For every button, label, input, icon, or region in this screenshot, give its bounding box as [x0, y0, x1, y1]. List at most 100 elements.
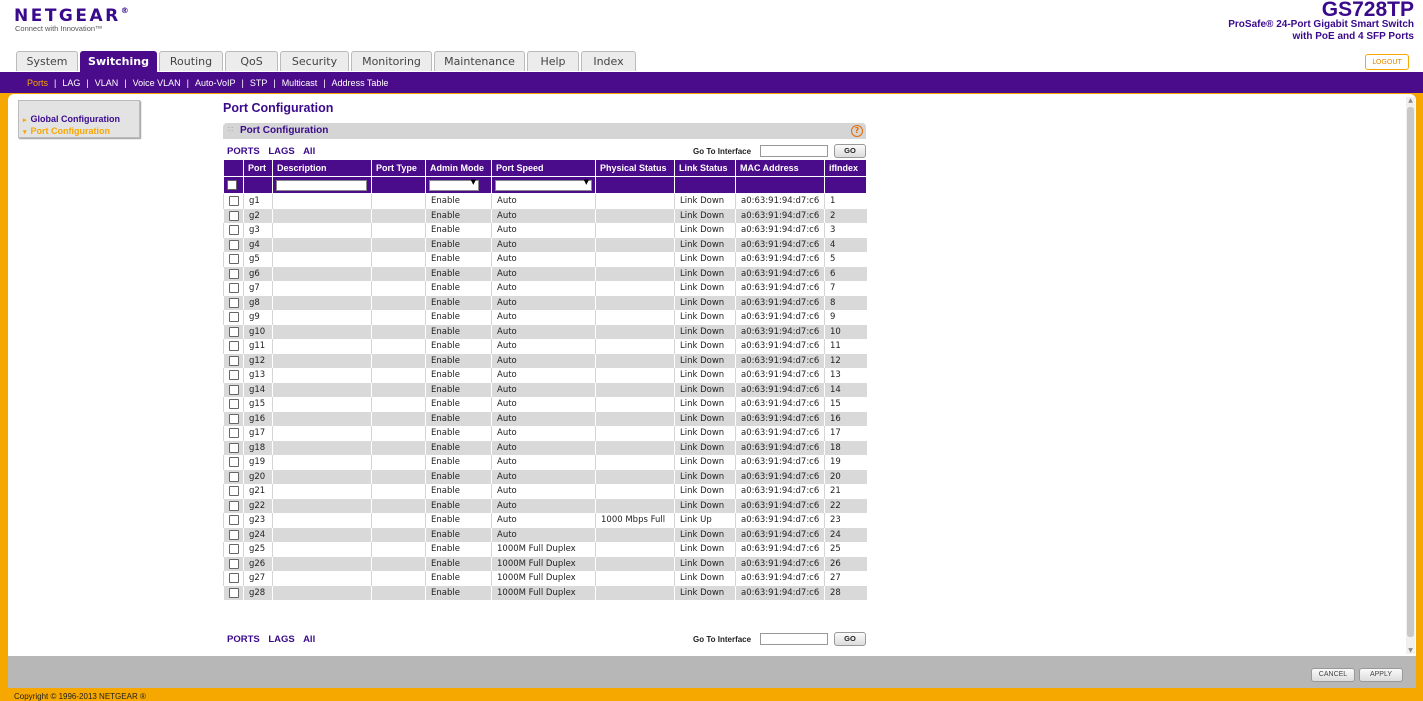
goto-interface-input[interactable]	[760, 145, 828, 157]
table-row[interactable]: g2 Enable Auto Link Down a0:63:91:94:d7:c6 2	[223, 208, 867, 223]
row-checkbox[interactable]	[229, 254, 239, 264]
port-speed-select[interactable]: ▼	[495, 178, 592, 191]
filter-ports-link[interactable]: PORTS	[227, 146, 260, 157]
table-row[interactable]: g19 Enable Auto Link Down a0:63:91:94:d7:c6 1…	[223, 455, 867, 470]
row-checkbox[interactable]	[229, 239, 239, 250]
table-row[interactable]: g20 Enable Auto Link Down a0:63:91:94:d7:c6 2…	[223, 469, 867, 484]
go-button[interactable]: GO	[834, 144, 866, 158]
row-checkbox[interactable]	[229, 312, 239, 322]
description-edit-input[interactable]	[276, 179, 367, 191]
subnav-auto-voip[interactable]: Auto-VoIP	[190, 78, 241, 88]
table-row[interactable]: g4 Enable Auto Link Down a0:63:91:94:d7:c6 4	[223, 237, 867, 252]
subnav-vlan[interactable]: VLAN	[90, 78, 124, 88]
table-row[interactable]: g7 Enable Auto Link Down a0:63:91:94:d7:c6 7	[223, 281, 867, 296]
table-row[interactable]: g27 Enable 1000M Full Duplex Link Down a0:63…	[223, 571, 867, 586]
leftnav-port-configuration[interactable]: ▾ Port Configuration	[23, 126, 110, 136]
row-checkbox[interactable]	[229, 413, 239, 424]
row-checkbox[interactable]	[229, 268, 239, 279]
filter-lags-link[interactable]: LAGS	[268, 146, 294, 157]
tab-qos[interactable]: QoS	[225, 51, 278, 71]
table-row[interactable]: g28 Enable 1000M Full Duplex Link Down a0:63…	[223, 585, 867, 600]
table-row[interactable]: g3 Enable Auto Link Down a0:63:91:94:d7:c6 3	[223, 223, 867, 238]
scroll-thumb[interactable]	[1407, 107, 1414, 637]
table-row[interactable]: g9 Enable Auto Link Down a0:63:91:94:d7:c6 9	[223, 310, 867, 325]
filter-all-link[interactable]: All	[303, 634, 315, 645]
go-button[interactable]: GO	[834, 632, 866, 646]
help-icon[interactable]: ?	[851, 125, 863, 137]
row-checkbox[interactable]	[229, 558, 239, 569]
table-row[interactable]: g26 Enable 1000M Full Duplex Link Down a0:63…	[223, 556, 867, 571]
row-checkbox[interactable]	[229, 486, 239, 496]
select-all-checkbox[interactable]	[227, 179, 237, 190]
subnav-stp[interactable]: STP	[245, 78, 273, 88]
row-checkbox[interactable]	[229, 515, 239, 525]
tab-switching[interactable]: Switching	[80, 51, 157, 72]
row-checkbox[interactable]	[229, 355, 239, 366]
table-row[interactable]: g11 Enable Auto Link Down a0:63:91:94:d7:c6 1…	[223, 339, 867, 354]
row-checkbox[interactable]	[229, 341, 239, 351]
table-row[interactable]: g12 Enable Auto Link Down a0:63:91:94:d7:c6 1…	[223, 353, 867, 368]
row-select-cell	[223, 223, 244, 238]
tab-security[interactable]: Security	[280, 51, 349, 71]
table-row[interactable]: g14 Enable Auto Link Down a0:63:91:94:d7:c6 1…	[223, 382, 867, 397]
row-checkbox[interactable]	[229, 500, 239, 511]
row-checkbox[interactable]	[229, 326, 239, 337]
table-row[interactable]: g8 Enable Auto Link Down a0:63:91:94:d7:c6 8	[223, 295, 867, 310]
row-checkbox[interactable]	[229, 544, 239, 554]
filter-all-link[interactable]: All	[303, 146, 315, 157]
row-checkbox[interactable]	[229, 428, 239, 438]
table-row[interactable]: g24 Enable Auto Link Down a0:63:91:94:d7:c6 2…	[223, 527, 867, 542]
tab-monitoring[interactable]: Monitoring	[351, 51, 432, 71]
table-row[interactable]: g23 Enable Auto 1000 Mbps Full Link Up a0:63:…	[223, 513, 867, 528]
apply-button[interactable]: APPLY	[1359, 668, 1403, 682]
row-checkbox[interactable]	[229, 573, 239, 583]
subnav-multicast[interactable]: Multicast	[277, 78, 323, 88]
table-row[interactable]: g21 Enable Auto Link Down a0:63:91:94:d7:c6 2…	[223, 484, 867, 499]
row-checkbox[interactable]	[229, 196, 239, 206]
table-row[interactable]: g10 Enable Auto Link Down a0:63:91:94:d7:c6 1…	[223, 324, 867, 339]
row-checkbox[interactable]	[229, 471, 239, 482]
vertical-scrollbar[interactable]: ▲ ▼	[1406, 97, 1415, 654]
cancel-button[interactable]: CANCEL	[1311, 668, 1355, 682]
table-row[interactable]: g1 Enable Auto Link Down a0:63:91:94:d7:c6 1	[223, 193, 867, 209]
tab-maintenance[interactable]: Maintenance	[434, 51, 525, 71]
table-row[interactable]: g15 Enable Auto Link Down a0:63:91:94:d7:c6 1…	[223, 397, 867, 412]
tab-index[interactable]: Index	[581, 51, 636, 71]
subnav-voice-vlan[interactable]: Voice VLAN	[128, 78, 186, 88]
subnav-address-table[interactable]: Address Table	[327, 78, 394, 88]
row-checkbox[interactable]	[229, 225, 239, 235]
row-checkbox[interactable]	[229, 370, 239, 380]
row-checkbox[interactable]	[229, 384, 239, 395]
row-checkbox[interactable]	[229, 529, 239, 540]
row-checkbox[interactable]	[229, 297, 239, 308]
row-checkbox[interactable]	[229, 457, 239, 467]
scroll-up-icon[interactable]: ▲	[1406, 97, 1415, 104]
subnav-ports[interactable]: Ports	[22, 78, 53, 88]
table-row[interactable]: g17 Enable Auto Link Down a0:63:91:94:d7:c6 1…	[223, 426, 867, 441]
row-checkbox[interactable]	[229, 210, 239, 221]
tab-system[interactable]: System	[16, 51, 78, 71]
row-checkbox[interactable]	[229, 283, 239, 293]
table-row[interactable]: g25 Enable 1000M Full Duplex Link Down a0:63…	[223, 542, 867, 557]
subnav-lag[interactable]: LAG	[57, 78, 85, 88]
tab-help[interactable]: Help	[527, 51, 579, 71]
row-checkbox[interactable]	[229, 587, 239, 598]
row-checkbox[interactable]	[229, 399, 239, 409]
cell-mac-address: a0:63:91:94:d7:c6	[735, 498, 825, 513]
table-row[interactable]: g13 Enable Auto Link Down a0:63:91:94:d7:c6 1…	[223, 368, 867, 383]
row-checkbox[interactable]	[229, 442, 239, 453]
scroll-down-icon[interactable]: ▼	[1406, 647, 1415, 654]
admin-mode-select[interactable]: ▼	[429, 178, 479, 191]
table-row[interactable]: g16 Enable Auto Link Down a0:63:91:94:d7:c6 1…	[223, 411, 867, 426]
table-row[interactable]: g22 Enable Auto Link Down a0:63:91:94:d7:c6 2…	[223, 498, 867, 513]
cell-link-status: Link Down	[674, 440, 736, 455]
table-row[interactable]: g6 Enable Auto Link Down a0:63:91:94:d7:c6 6	[223, 266, 867, 281]
filter-lags-link[interactable]: LAGS	[268, 634, 294, 645]
goto-interface-input[interactable]	[760, 633, 828, 645]
filter-ports-link[interactable]: PORTS	[227, 634, 260, 645]
leftnav-global-configuration[interactable]: ▸ Global Configuration	[23, 114, 120, 124]
table-row[interactable]: g18 Enable Auto Link Down a0:63:91:94:d7:c6 1…	[223, 440, 867, 455]
logout-button[interactable]: LOGOUT	[1365, 54, 1409, 70]
tab-routing[interactable]: Routing	[159, 51, 223, 71]
table-row[interactable]: g5 Enable Auto Link Down a0:63:91:94:d7:c6 5	[223, 252, 867, 267]
